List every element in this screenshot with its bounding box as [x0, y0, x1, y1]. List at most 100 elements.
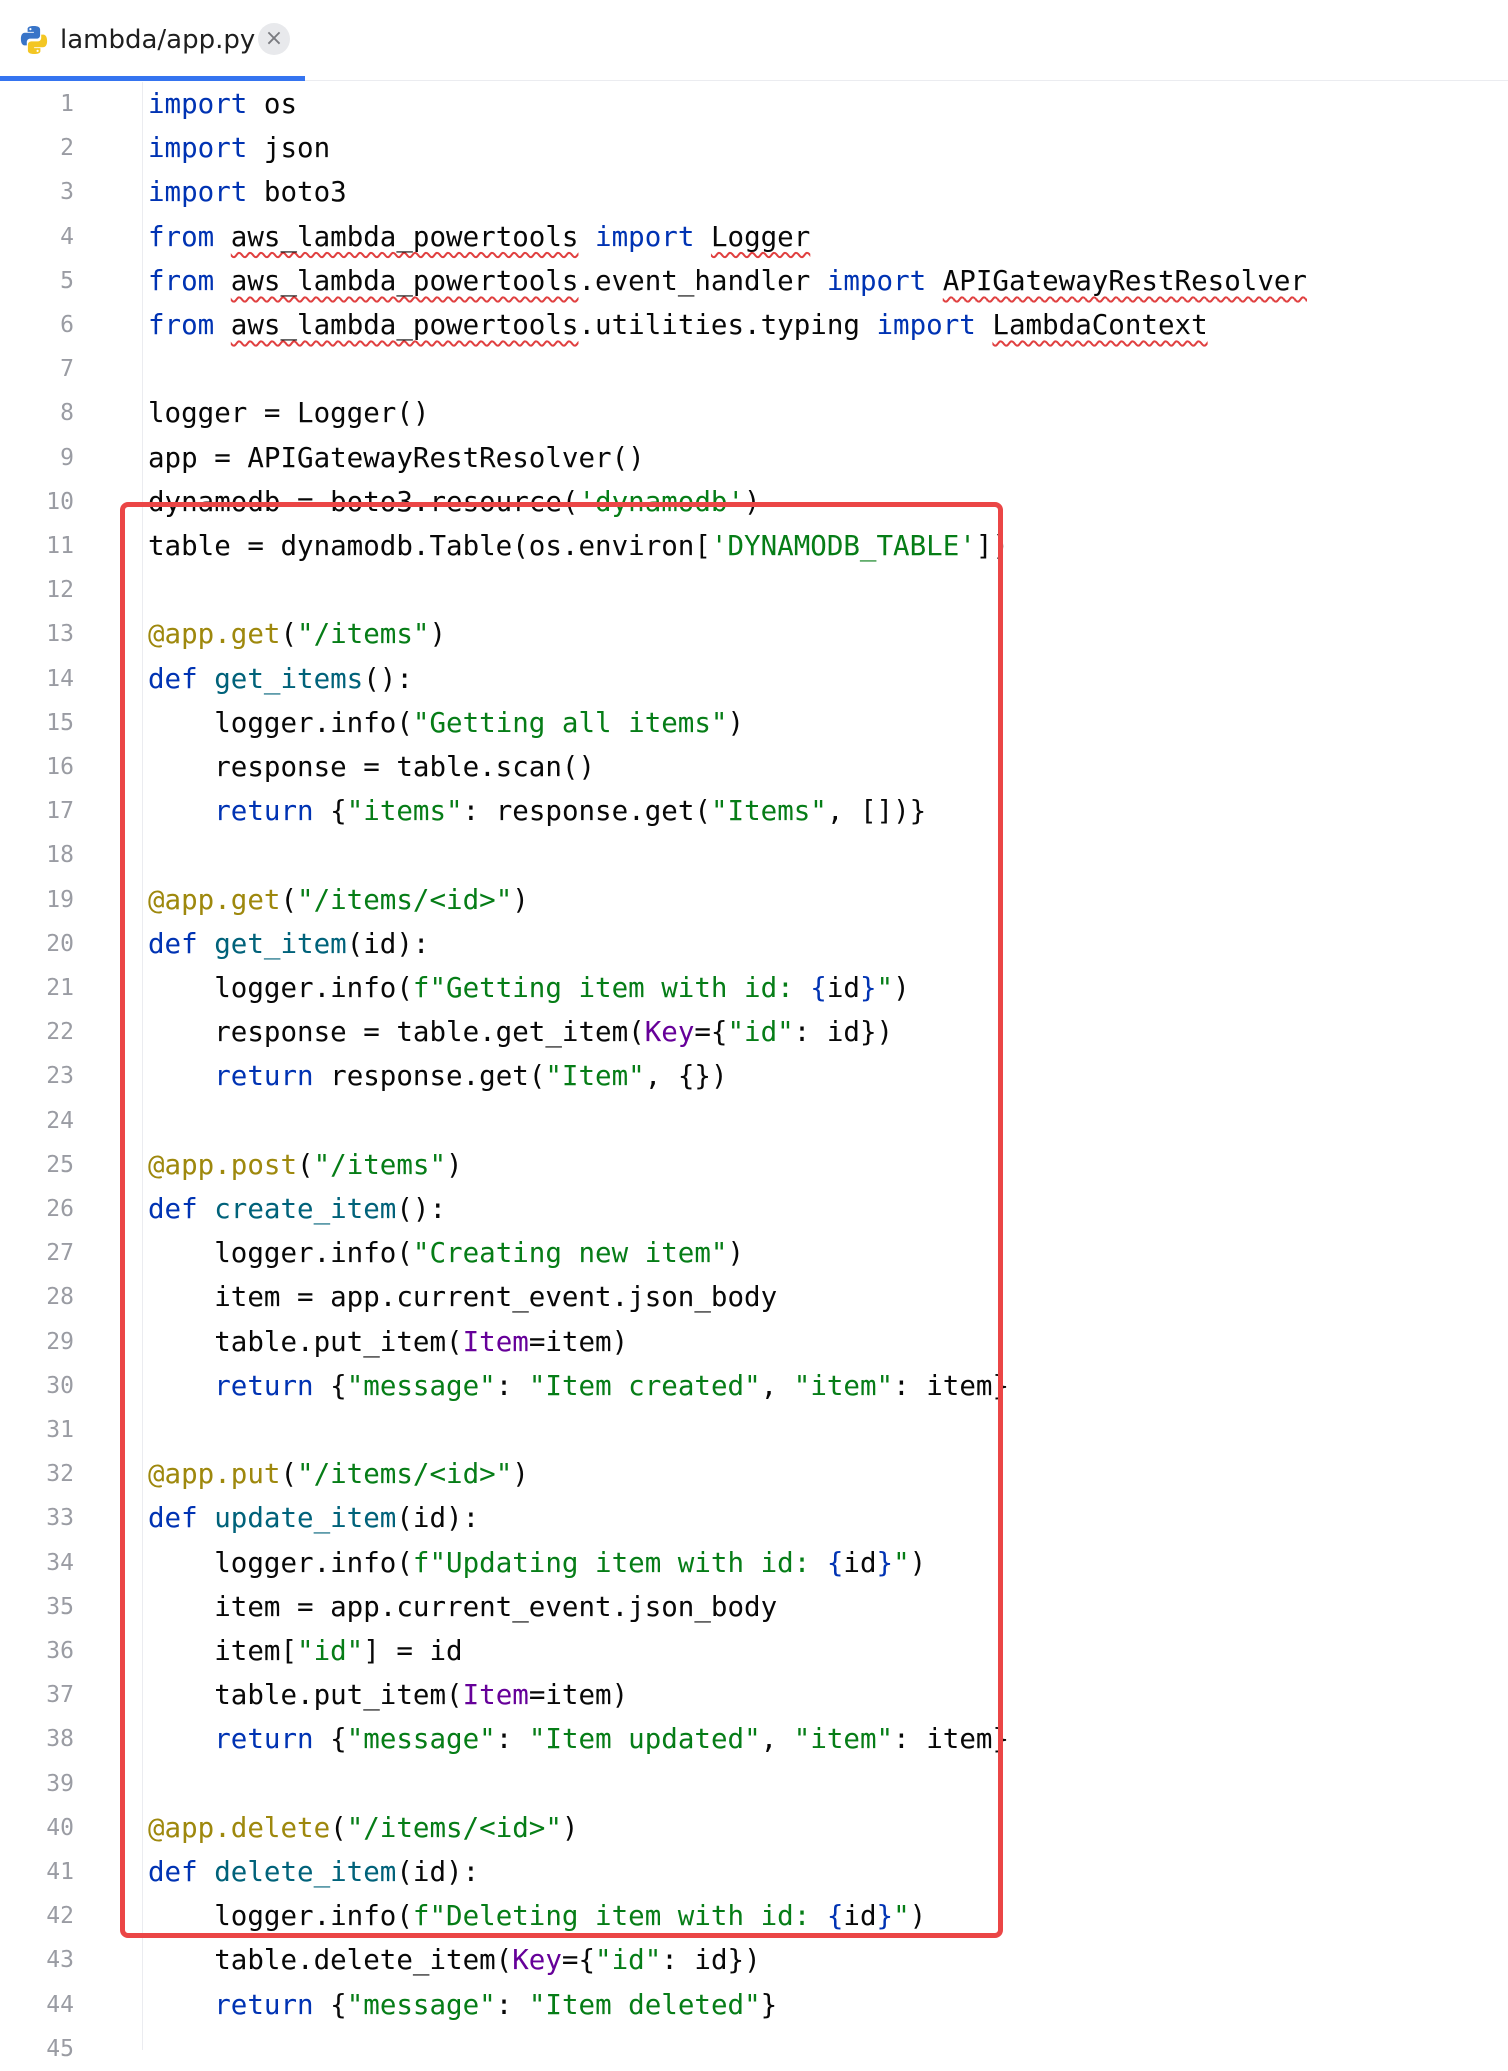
- code-token: boto3: [247, 176, 347, 209]
- active-tab-indicator: [0, 76, 305, 81]
- code-line[interactable]: 45: [0, 2027, 1508, 2071]
- line-number: 29: [46, 1328, 74, 1355]
- line-number: 7: [60, 356, 74, 383]
- code-token: from: [148, 309, 215, 341]
- code-text: app = APIGatewayRestResolver(): [148, 436, 645, 480]
- line-number: 39: [46, 1770, 74, 1797]
- code-line[interactable]: 2 import json: [0, 126, 1508, 170]
- code-token: json: [247, 132, 331, 165]
- code-line[interactable]: 7: [0, 347, 1508, 391]
- python-icon: [20, 26, 48, 54]
- code-token: from: [148, 264, 215, 297]
- code-token: import: [595, 220, 695, 253]
- code-token: APIGatewayRestResolver: [942, 264, 1307, 297]
- line-number: 12: [46, 577, 74, 604]
- line-number: 43: [46, 1947, 74, 1974]
- code-token: ={: [561, 1944, 596, 1977]
- tab-title: lambda/app.py: [60, 25, 256, 55]
- line-number: 21: [46, 975, 74, 1001]
- line-number: 13: [46, 621, 74, 648]
- code-token: import: [826, 264, 927, 297]
- code-token: {: [313, 1988, 347, 2021]
- code-line[interactable]: 43 table.delete_item(Key={"id": id}): [0, 1938, 1508, 1982]
- code-token: .utilities.typing: [578, 309, 877, 341]
- highlight-box: [120, 502, 1003, 1938]
- code-token: import: [148, 132, 248, 165]
- line-number: 45: [46, 2035, 74, 2062]
- code-token: LambdaContext: [992, 309, 1208, 341]
- code-text: logger = Logger(): [148, 391, 429, 435]
- code-line[interactable]: 6 from aws_lambda_powertools.utilities.ty…: [0, 303, 1508, 347]
- code-token: os: [247, 88, 298, 120]
- code-token: "id": [595, 1944, 662, 1977]
- line-number: 31: [46, 1417, 74, 1443]
- code-line[interactable]: 9 app = APIGatewayRestResolver(): [0, 436, 1508, 480]
- line-number: 4: [60, 223, 74, 250]
- code-line[interactable]: 8 logger = Logger(): [0, 391, 1508, 435]
- line-number: 10: [46, 488, 74, 515]
- line-number: 41: [46, 1859, 74, 1885]
- line-number: 26: [46, 1196, 74, 1222]
- line-number: 14: [46, 665, 74, 692]
- line-number: 44: [46, 1991, 74, 2018]
- code-token: }: [760, 1988, 778, 2021]
- code-text: from aws_lambda_powertools.event_handler…: [148, 259, 1307, 303]
- code-token: "message": [346, 1988, 496, 2021]
- line-number: 36: [46, 1638, 74, 1664]
- code-line[interactable]: 3 import boto3: [0, 170, 1508, 214]
- code-token: import: [148, 176, 248, 209]
- line-number: 16: [46, 754, 74, 780]
- line-number: 30: [46, 1372, 74, 1399]
- line-number: 2: [60, 135, 74, 162]
- line-number: 19: [46, 886, 74, 913]
- code-token: Key: [512, 1944, 562, 1977]
- line-number: 24: [46, 1107, 74, 1134]
- line-number: 3: [60, 179, 74, 206]
- code-token: from: [148, 220, 215, 253]
- line-number: 18: [46, 842, 74, 869]
- code-text: import os: [148, 82, 297, 126]
- line-number: 9: [60, 444, 74, 471]
- line-number: 38: [46, 1726, 74, 1753]
- code-token: app = APIGatewayRestResolver(): [148, 441, 645, 474]
- code-token: aws_lambda_powertools: [230, 309, 579, 341]
- line-number: 32: [46, 1461, 74, 1488]
- code-text: import json: [148, 126, 330, 170]
- code-line[interactable]: 5 from aws_lambda_powertools.event_handle…: [0, 259, 1508, 303]
- line-number: 17: [46, 798, 74, 825]
- line-number: 5: [60, 267, 74, 294]
- code-token: import: [148, 88, 248, 120]
- close-icon[interactable]: ×: [258, 23, 290, 55]
- line-number: 8: [60, 400, 74, 427]
- code-token: .event_handler: [578, 264, 827, 297]
- line-number: 34: [46, 1549, 74, 1576]
- line-number: 33: [46, 1505, 74, 1532]
- code-line[interactable]: 1 import os: [0, 82, 1508, 126]
- editor-tab-bar: lambda/app.py ×: [0, 0, 1508, 81]
- code-line[interactable]: 44 return {"message": "Item deleted"}: [0, 1983, 1508, 2027]
- line-number: 37: [46, 1682, 74, 1709]
- line-number: 42: [46, 1903, 74, 1930]
- line-number: 27: [46, 1240, 74, 1267]
- code-token: import: [876, 309, 976, 341]
- code-line[interactable]: 4 from aws_lambda_powertools import Logge…: [0, 215, 1508, 259]
- tab-lambda-app-py[interactable]: lambda/app.py ×: [0, 0, 305, 81]
- code-token: :: [495, 1988, 529, 2021]
- code-text: from aws_lambda_powertools.utilities.typ…: [148, 303, 1208, 347]
- code-token: logger = Logger(): [148, 397, 430, 430]
- code-text: import boto3: [148, 170, 347, 214]
- line-number: 1: [60, 91, 74, 117]
- code-text: table.delete_item(Key={"id": id}): [148, 1938, 761, 1982]
- code-token: : id}): [661, 1944, 761, 1977]
- line-number: 23: [46, 1063, 74, 1090]
- code-token: aws_lambda_powertools: [230, 264, 579, 297]
- line-number: 35: [46, 1593, 74, 1620]
